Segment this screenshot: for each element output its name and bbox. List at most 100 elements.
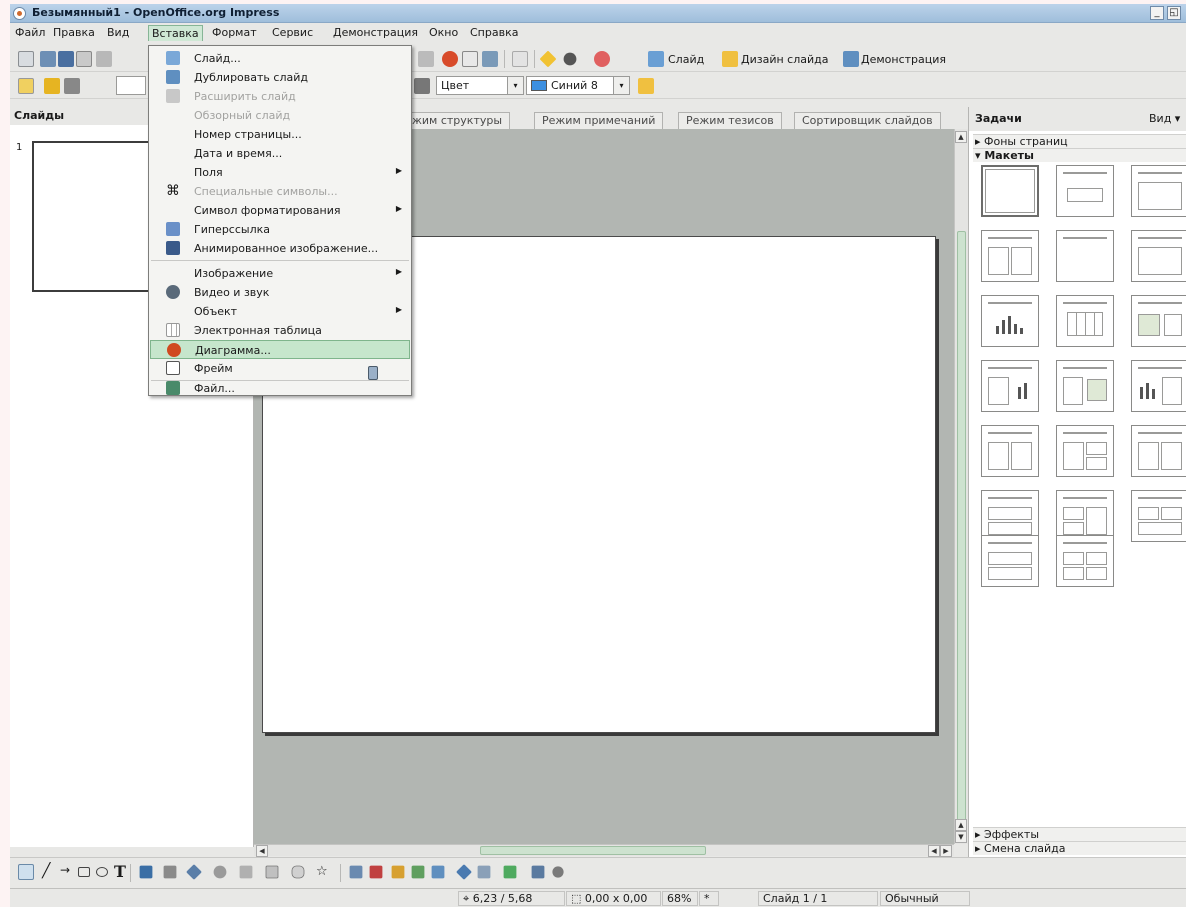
slide-button[interactable]: Слайд — [668, 53, 704, 66]
menu-item-slide[interactable]: Слайд... — [150, 49, 410, 68]
text-tool-icon[interactable]: T — [114, 862, 126, 881]
vertical-scroll-thumb[interactable] — [957, 231, 966, 831]
symbol-shapes-icon[interactable] — [213, 865, 227, 879]
layout-two-objects-over-text[interactable] — [1131, 490, 1186, 542]
menu-file[interactable]: Файл — [12, 25, 48, 41]
menu-item-animated-image[interactable]: Анимированное изображение... — [150, 239, 410, 258]
layout-object-text[interactable] — [1131, 425, 1186, 477]
layout-text-over-object[interactable] — [981, 535, 1039, 587]
layout-title-content[interactable] — [1131, 165, 1186, 217]
menu-item-video-sound[interactable]: Видео и звук — [150, 283, 410, 302]
menu-help[interactable]: Справка — [467, 25, 521, 41]
new-icon[interactable] — [18, 51, 34, 67]
block-arrows-icon[interactable] — [239, 865, 253, 879]
grid-icon[interactable] — [512, 51, 528, 67]
menu-tools[interactable]: Сервис — [269, 25, 316, 41]
menu-view[interactable]: Вид — [104, 25, 132, 41]
from-file-icon[interactable] — [411, 865, 425, 879]
email-icon[interactable] — [76, 51, 92, 67]
callouts-icon[interactable] — [291, 865, 305, 879]
scroll-left-icon[interactable]: ◀ — [928, 845, 940, 857]
tasks-view-menu[interactable]: Вид ▾ — [1149, 112, 1180, 125]
edit-file-icon[interactable] — [96, 51, 112, 67]
line-style-combo[interactable] — [116, 76, 146, 95]
open-icon[interactable] — [40, 51, 56, 67]
layout-title-only-2[interactable] — [1056, 230, 1114, 282]
slideshow-button[interactable]: Демонстрация — [861, 53, 946, 66]
arrange-icon[interactable] — [503, 865, 517, 879]
layout-text-object[interactable] — [981, 425, 1039, 477]
menu-item-spreadsheet[interactable]: Электронная таблица — [150, 321, 410, 340]
line-icon[interactable] — [44, 78, 60, 94]
section-layouts[interactable]: ▾ Макеты — [973, 148, 1186, 162]
points-icon[interactable] — [349, 865, 363, 879]
layout-title-only[interactable] — [1056, 165, 1114, 217]
layout-title-chart[interactable] — [981, 295, 1039, 347]
slide-design-button[interactable]: Дизайн слайда — [741, 53, 828, 66]
restore-button[interactable]: ◱ — [1167, 6, 1181, 20]
menu-item-hyperlink[interactable]: Гиперссылка — [150, 220, 410, 239]
rotate-icon[interactable] — [456, 864, 472, 880]
section-effects[interactable]: ▸ Эффекты — [973, 827, 1186, 841]
alignment-icon[interactable] — [477, 865, 491, 879]
arrow-tool-icon[interactable]: → — [60, 863, 70, 877]
section-slide-transition[interactable]: ▸ Смена слайда — [973, 841, 1186, 855]
fill-color-combo[interactable]: Синий 8 ▾ — [526, 76, 630, 95]
chart-icon[interactable] — [442, 51, 458, 67]
gallery-icon[interactable] — [431, 865, 445, 879]
status-zoom[interactable]: 68% — [662, 891, 698, 906]
line-tool-icon[interactable]: ╱ — [42, 863, 50, 879]
connector-tool-icon[interactable] — [163, 865, 177, 879]
menu-item-formatting-mark[interactable]: Символ форматирования ▶ — [150, 201, 410, 220]
scroll-left-icon[interactable]: ◀ — [256, 845, 268, 857]
image-icon[interactable] — [482, 51, 498, 67]
area-icon[interactable] — [414, 78, 430, 94]
layout-title-table[interactable] — [1056, 295, 1114, 347]
tab-outline[interactable]: жим структуры — [404, 112, 511, 129]
minimize-button[interactable]: _ — [1150, 6, 1164, 20]
scroll-right-icon[interactable]: ▶ — [940, 845, 952, 857]
layout-two-content[interactable] — [981, 230, 1039, 282]
zoom-icon[interactable] — [563, 52, 577, 66]
menu-edit[interactable]: Правка — [50, 25, 98, 41]
layout-four-objects[interactable] — [1056, 535, 1114, 587]
menu-item-page-number[interactable]: Номер страницы... — [150, 125, 410, 144]
arrow-style-icon[interactable] — [64, 78, 80, 94]
scroll-up-icon[interactable]: ▲ — [955, 819, 967, 831]
layout-text-chart[interactable] — [981, 360, 1039, 412]
menu-slideshow[interactable]: Демонстрация — [330, 25, 421, 41]
layout-chart-text[interactable] — [1131, 360, 1186, 412]
menu-item-date-time[interactable]: Дата и время... — [150, 144, 410, 163]
tab-slide-sorter[interactable]: Сортировщик слайдов — [794, 112, 941, 129]
vertical-scrollbar[interactable]: ▲ ▲ ▼ — [954, 129, 968, 844]
stars-icon[interactable]: ☆ — [316, 864, 328, 879]
glue-points-icon[interactable] — [369, 865, 383, 879]
menu-item-fields[interactable]: Поля ▶ — [150, 163, 410, 182]
menu-item-chart[interactable]: Диаграмма... — [150, 340, 410, 359]
layout-text-image[interactable] — [1056, 360, 1114, 412]
save-icon[interactable] — [58, 51, 74, 67]
layout-text-two-objects[interactable] — [1056, 425, 1114, 477]
menu-item-picture[interactable]: Изображение ▶ — [150, 264, 410, 283]
fill-mode-combo[interactable]: Цвет ▾ — [436, 76, 524, 95]
shadow-icon[interactable] — [638, 78, 654, 94]
select-icon[interactable] — [18, 864, 34, 880]
flowchart-icon[interactable] — [265, 865, 279, 879]
menu-item-file[interactable]: Файл... — [150, 381, 410, 396]
tab-notes[interactable]: Режим примечаний — [534, 112, 664, 129]
layout-title-image-text[interactable] — [1131, 295, 1186, 347]
scroll-down-icon[interactable]: ▼ — [955, 831, 967, 843]
panel-splitter[interactable] — [246, 464, 252, 504]
help-icon[interactable] — [594, 51, 610, 67]
rectangle-tool-icon[interactable] — [78, 867, 90, 877]
ellipse-tool-icon[interactable] — [96, 867, 108, 877]
layout-centered-text[interactable] — [1131, 230, 1186, 282]
3d-objects-icon[interactable] — [531, 865, 545, 879]
section-backgrounds[interactable]: ▸ Фоны страниц — [973, 134, 1186, 148]
redo-icon[interactable] — [418, 51, 434, 67]
layout-blank[interactable] — [981, 165, 1039, 217]
extrusion-icon[interactable] — [552, 866, 564, 878]
horizontal-scrollbar[interactable]: ◀ ◀ ▶ — [254, 844, 954, 857]
scroll-up-icon[interactable]: ▲ — [955, 131, 967, 143]
menu-item-object[interactable]: Объект ▶ — [150, 302, 410, 321]
